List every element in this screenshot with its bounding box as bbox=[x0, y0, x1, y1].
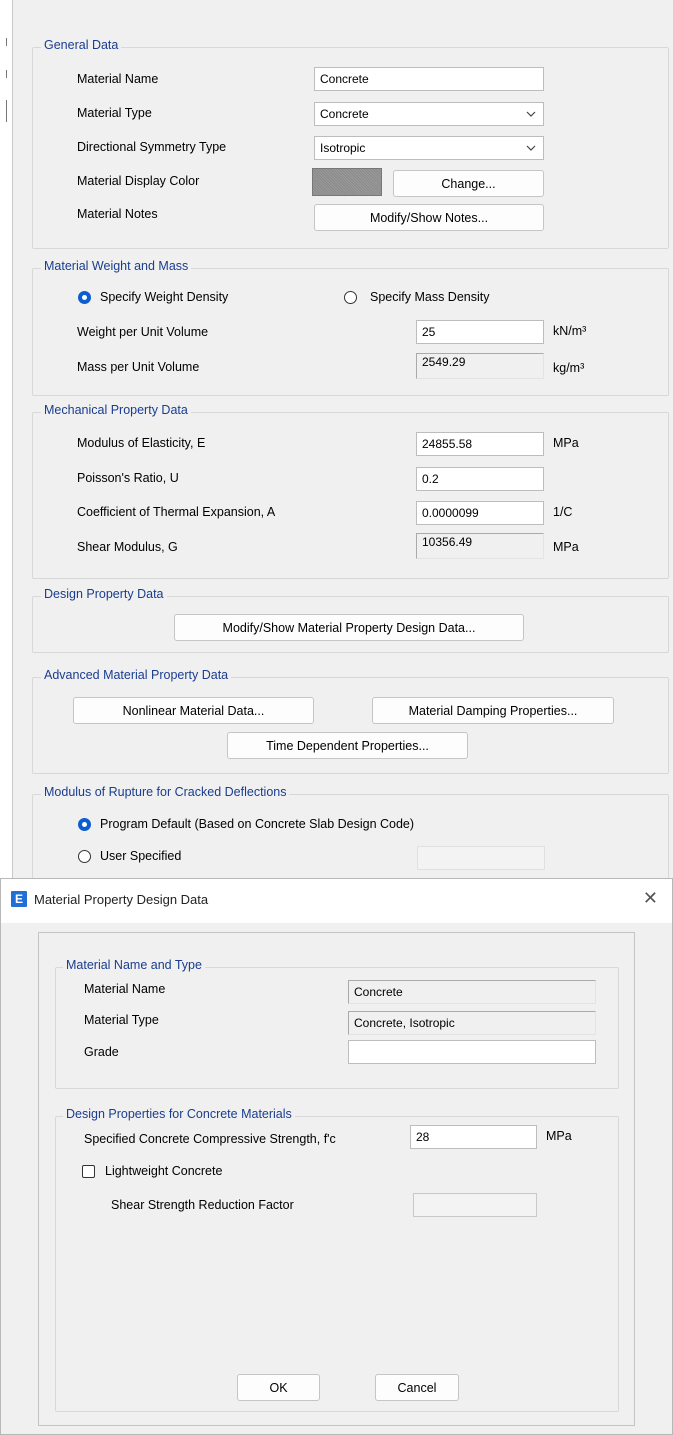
design-data-dialog: E Material Property Design Data ✕ Materi… bbox=[0, 878, 673, 1435]
lightweight-checkbox[interactable] bbox=[82, 1165, 95, 1178]
cancel-button[interactable]: Cancel bbox=[375, 1374, 459, 1401]
shear-modulus-label: Shear Modulus, G bbox=[77, 540, 178, 554]
left-edge-tick bbox=[6, 70, 7, 78]
rupture-group bbox=[32, 794, 669, 880]
general-data-legend: General Data bbox=[41, 38, 122, 52]
display-color-label: Material Display Color bbox=[77, 174, 200, 188]
poisson-input[interactable]: 0.2 bbox=[416, 467, 544, 491]
grade-input[interactable] bbox=[348, 1040, 596, 1064]
user-specified-label[interactable]: User Specified bbox=[100, 849, 181, 863]
shear-factor-input bbox=[413, 1193, 537, 1217]
mass-density-radio[interactable] bbox=[344, 291, 357, 304]
elasticity-unit: MPa bbox=[553, 436, 579, 450]
mass-per-volume-value: 2549.29 bbox=[416, 353, 544, 379]
design-material-type-value: Concrete, Isotropic bbox=[348, 1011, 596, 1035]
weight-per-volume-input[interactable]: 25 bbox=[416, 320, 544, 344]
material-name-label: Material Name bbox=[77, 72, 159, 86]
concrete-design-legend: Design Properties for Concrete Materials bbox=[63, 1107, 295, 1121]
name-type-legend: Material Name and Type bbox=[63, 958, 205, 972]
damping-properties-button[interactable]: Material Damping Properties... bbox=[372, 697, 614, 724]
program-default-label[interactable]: Program Default (Based on Concrete Slab … bbox=[100, 817, 414, 831]
chevron-down-icon bbox=[526, 145, 536, 151]
lightweight-label[interactable]: Lightweight Concrete bbox=[105, 1164, 222, 1178]
advanced-group bbox=[32, 677, 669, 774]
concrete-design-group bbox=[55, 1116, 619, 1412]
shear-modulus-value: 10356.49 bbox=[416, 533, 544, 559]
rupture-value-input bbox=[417, 846, 545, 870]
elasticity-input[interactable]: 24855.58 bbox=[416, 432, 544, 456]
time-dependent-button[interactable]: Time Dependent Properties... bbox=[227, 732, 468, 759]
grade-label: Grade bbox=[84, 1045, 119, 1059]
design-property-legend: Design Property Data bbox=[41, 587, 167, 601]
mass-density-radio-label[interactable]: Specify Mass Density bbox=[370, 290, 489, 304]
design-material-name-value: Concrete bbox=[348, 980, 596, 1004]
dialog-title: Material Property Design Data bbox=[34, 892, 209, 907]
weight-density-radio-label[interactable]: Specify Weight Density bbox=[100, 290, 228, 304]
weight-mass-legend: Material Weight and Mass bbox=[41, 259, 192, 273]
left-edge-tick bbox=[6, 38, 7, 46]
symmetry-type-select[interactable]: Isotropic bbox=[314, 136, 544, 160]
symmetry-type-value: Isotropic bbox=[320, 141, 366, 155]
thermal-unit: 1/C bbox=[553, 505, 573, 519]
mass-per-volume-label: Mass per Unit Volume bbox=[77, 360, 200, 374]
advanced-legend: Advanced Material Property Data bbox=[41, 668, 232, 682]
thermal-expansion-input[interactable]: 0.0000099 bbox=[416, 501, 544, 525]
change-color-button[interactable]: Change... bbox=[393, 170, 544, 197]
weight-density-radio[interactable] bbox=[78, 291, 91, 304]
mechanical-legend: Mechanical Property Data bbox=[41, 403, 191, 417]
elasticity-label: Modulus of Elasticity, E bbox=[77, 436, 206, 450]
user-specified-radio[interactable] bbox=[78, 850, 91, 863]
weight-per-volume-label: Weight per Unit Volume bbox=[77, 325, 209, 339]
design-material-type-label: Material Type bbox=[84, 1013, 159, 1027]
title-bar: E Material Property Design Data ✕ bbox=[1, 879, 672, 923]
close-icon[interactable]: ✕ bbox=[643, 888, 658, 909]
shear-factor-label: Shear Strength Reduction Factor bbox=[111, 1198, 294, 1212]
material-property-dialog: General Data Material Name Concrete Mate… bbox=[12, 0, 673, 880]
fc-unit: MPa bbox=[546, 1129, 572, 1143]
material-name-input[interactable]: Concrete bbox=[314, 67, 544, 91]
design-material-name-label: Material Name bbox=[84, 982, 166, 996]
shear-unit: MPa bbox=[553, 540, 579, 554]
fc-input[interactable]: 28 bbox=[410, 1125, 537, 1149]
program-default-radio[interactable] bbox=[78, 818, 91, 831]
mass-unit: kg/m³ bbox=[553, 361, 585, 375]
modify-notes-button[interactable]: Modify/Show Notes... bbox=[314, 204, 544, 231]
symmetry-type-label: Directional Symmetry Type bbox=[77, 140, 227, 154]
poisson-label: Poisson's Ratio, U bbox=[77, 471, 179, 485]
weight-unit: kN/m³ bbox=[553, 324, 587, 338]
thermal-expansion-label: Coefficient of Thermal Expansion, A bbox=[77, 505, 276, 519]
material-type-value: Concrete bbox=[320, 107, 369, 121]
nonlinear-data-button[interactable]: Nonlinear Material Data... bbox=[73, 697, 314, 724]
material-type-select[interactable]: Concrete bbox=[314, 102, 544, 126]
chevron-down-icon bbox=[526, 111, 536, 117]
display-color-swatch[interactable] bbox=[312, 168, 382, 196]
fc-label: Specified Concrete Compressive Strength,… bbox=[84, 1132, 336, 1146]
material-notes-label: Material Notes bbox=[77, 207, 158, 221]
material-type-label: Material Type bbox=[77, 106, 152, 120]
rupture-legend: Modulus of Rupture for Cracked Deflectio… bbox=[41, 785, 290, 799]
app-icon: E bbox=[11, 891, 27, 907]
design-data-button[interactable]: Modify/Show Material Property Design Dat… bbox=[174, 614, 524, 641]
ok-button[interactable]: OK bbox=[237, 1374, 320, 1401]
left-edge-tick bbox=[6, 100, 7, 122]
